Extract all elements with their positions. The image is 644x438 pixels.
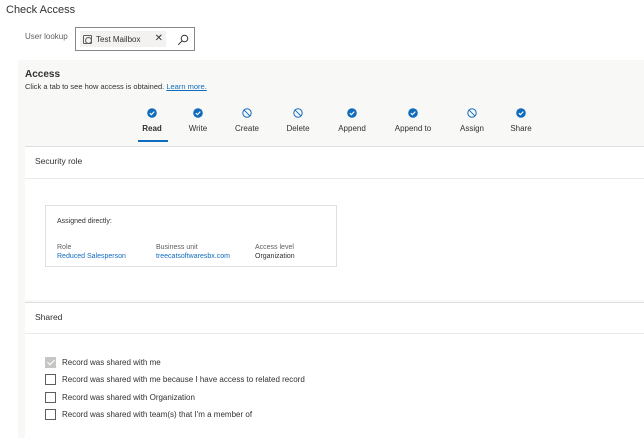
check-access-window: Check Access User lookup Test Mailbox ✕ … — [0, 0, 644, 438]
security-role-divider — [25, 178, 644, 179]
shared-checkbox-label: Record was shared with me because I have… — [62, 374, 305, 384]
shared-checkbox-row[interactable]: Record was shared with me because I have… — [45, 372, 305, 386]
access-description-text: Click a tab to see how access is obtaine… — [25, 82, 165, 91]
shared-checkbox-row[interactable]: Record was shared with Organization — [45, 390, 195, 404]
learn-more-link[interactable]: Learn more. — [166, 82, 206, 91]
denied-block-icon — [467, 108, 477, 118]
tab-delete[interactable]: Delete — [268, 108, 328, 138]
access-title: Access — [25, 69, 61, 80]
shared-card: Shared Record was shared with me Record w… — [25, 302, 644, 438]
selected-user-name: Test Mailbox — [96, 34, 141, 44]
granted-check-icon — [147, 108, 157, 118]
access-panel: Access Click a tab to see how access is … — [18, 60, 644, 438]
business-unit-column-header: Business unit — [156, 244, 198, 251]
tab-label: Delete — [286, 124, 310, 133]
tab-share[interactable]: Share — [491, 108, 551, 138]
selected-user-chip[interactable]: Test Mailbox ✕ — [80, 31, 166, 47]
shared-divider — [25, 333, 644, 334]
granted-check-icon — [516, 108, 526, 118]
assigned-role-box: Assigned directly: Role Business unit Ac… — [45, 205, 337, 267]
granted-check-icon — [347, 108, 357, 118]
access-level-value: Organization — [255, 253, 295, 260]
role-link[interactable]: Reduced Salesperson — [57, 253, 126, 260]
clear-user-icon[interactable]: ✕ — [155, 32, 163, 46]
shared-title: Shared — [35, 312, 63, 322]
shared-checkbox-label: Record was shared with me — [62, 357, 161, 367]
security-role-title: Security role — [35, 156, 83, 166]
granted-check-icon — [193, 108, 203, 118]
shared-checkbox-row[interactable]: Record was shared with me — [45, 355, 161, 369]
shared-checkbox[interactable] — [45, 373, 56, 385]
tab-append-to[interactable]: Append to — [383, 108, 443, 138]
tab-label: Append — [338, 124, 366, 133]
assigned-directly-label: Assigned directly: — [57, 218, 112, 225]
tab-label: Append to — [394, 124, 432, 133]
security-role-card: Security role Assigned directly: Role Bu… — [25, 146, 644, 300]
granted-check-icon — [408, 108, 418, 118]
shared-checkbox[interactable] — [45, 391, 56, 403]
shared-checkbox-row[interactable]: Record was shared with team(s) that I'm … — [45, 407, 252, 421]
denied-block-icon — [293, 108, 303, 118]
denied-block-icon — [242, 108, 252, 118]
shared-checkbox-label: Record was shared with Organization — [62, 392, 195, 402]
business-unit-link[interactable]: treecatsoftwaresbx.com — [156, 253, 230, 260]
shared-checkbox-label: Record was shared with team(s) that I'm … — [62, 409, 253, 419]
tab-label: Share — [510, 124, 532, 133]
access-level-column-header: Access level — [255, 244, 294, 251]
shared-checkbox[interactable] — [45, 408, 56, 420]
page-title: Check Access — [6, 4, 76, 16]
mailbox-icon — [83, 34, 92, 44]
search-icon[interactable] — [177, 34, 189, 46]
active-tab-indicator — [138, 140, 168, 142]
tab-append[interactable]: Append — [322, 108, 382, 138]
role-column-header: Role — [57, 244, 72, 251]
access-description: Click a tab to see how access is obtaine… — [25, 82, 207, 91]
user-lookup-label: User lookup — [25, 32, 68, 41]
shared-checkbox[interactable] — [45, 356, 56, 368]
user-lookup-field[interactable]: Test Mailbox ✕ — [75, 27, 195, 51]
